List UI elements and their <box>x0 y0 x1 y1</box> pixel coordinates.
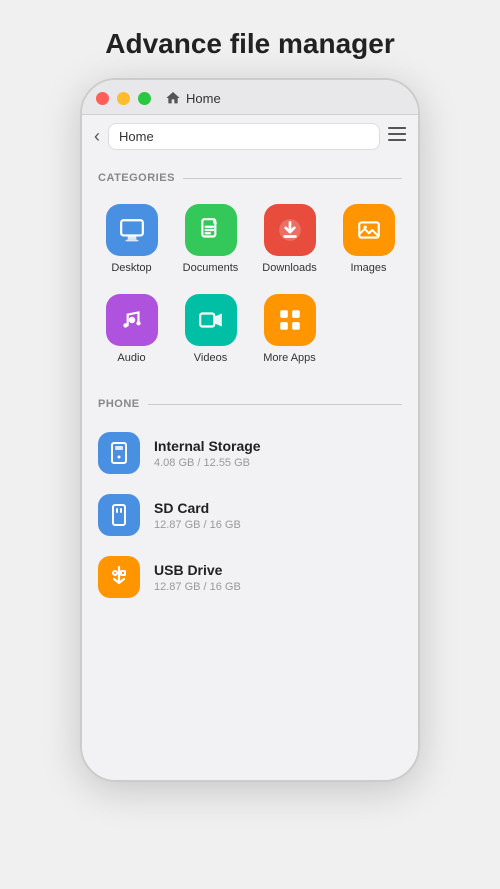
category-label-desktop: Desktop <box>111 262 151 274</box>
phone-list: Internal Storage 4.08 GB / 12.55 GB SD Car… <box>82 418 418 612</box>
phone-list-icon-sdcard <box>98 494 140 536</box>
phone-list-name-sdcard: SD Card <box>154 500 241 516</box>
traffic-light-red[interactable] <box>96 92 109 105</box>
phone-list-item-usb[interactable]: USB Drive 12.87 GB / 16 GB <box>82 546 418 608</box>
category-item-audio[interactable]: Audio <box>92 286 171 376</box>
category-icon-documents <box>185 204 237 256</box>
phone-list-sub-usb: 12.87 GB / 16 GB <box>154 581 241 593</box>
category-item-downloads[interactable]: Downloads <box>250 196 329 286</box>
page-title: Advance file manager <box>85 0 414 78</box>
window-title: Home <box>186 91 221 106</box>
phone-inner: Home ‹ CATEGORIES DesktopDocum <box>82 80 418 780</box>
category-icon-images <box>343 204 395 256</box>
phone-list-icon-usb <box>98 556 140 598</box>
content-area: CATEGORIES Desktop Documents Downloads Imag… <box>82 158 418 628</box>
category-item-desktop[interactable]: Desktop <box>92 196 171 286</box>
phone-list-name-usb: USB Drive <box>154 562 241 578</box>
address-bar: ‹ <box>82 115 418 158</box>
window-title-area: Home <box>165 90 221 106</box>
phone-list-icon-internal <box>98 432 140 474</box>
traffic-light-orange[interactable] <box>117 92 130 105</box>
category-label-moreapps: More Apps <box>263 352 316 364</box>
category-label-images: Images <box>350 262 386 274</box>
category-icon-audio <box>106 294 158 346</box>
window-chrome: Home <box>82 80 418 115</box>
category-item-images[interactable]: Images <box>329 196 408 286</box>
back-button[interactable]: ‹ <box>94 126 100 147</box>
address-input[interactable] <box>108 123 380 150</box>
phone-list-info-usb: USB Drive 12.87 GB / 16 GB <box>154 562 241 593</box>
category-label-videos: Videos <box>194 352 227 364</box>
category-icon-downloads <box>264 204 316 256</box>
home-icon <box>165 90 181 106</box>
phone-list-info-internal: Internal Storage 4.08 GB / 12.55 GB <box>154 438 261 469</box>
categories-section-header: CATEGORIES <box>82 158 418 192</box>
phone-list-sub-sdcard: 12.87 GB / 16 GB <box>154 519 241 531</box>
list-view-icon[interactable] <box>388 127 406 146</box>
category-icon-moreapps <box>264 294 316 346</box>
phone-list-sub-internal: 4.08 GB / 12.55 GB <box>154 457 261 469</box>
category-label-audio: Audio <box>117 352 145 364</box>
category-label-documents: Documents <box>183 262 239 274</box>
categories-grid: Desktop Documents Downloads Images Audio Vide… <box>82 192 418 384</box>
category-item-moreapps[interactable]: More Apps <box>250 286 329 376</box>
category-item-videos[interactable]: Videos <box>171 286 250 376</box>
phone-section-header: PHONE <box>82 384 418 418</box>
phone-frame: Home ‹ CATEGORIES DesktopDocum <box>80 78 420 782</box>
phone-list-item-sdcard[interactable]: SD Card 12.87 GB / 16 GB <box>82 484 418 546</box>
category-label-downloads: Downloads <box>262 262 316 274</box>
phone-list-name-internal: Internal Storage <box>154 438 261 454</box>
category-icon-desktop <box>106 204 158 256</box>
category-icon-videos <box>185 294 237 346</box>
phone-list-info-sdcard: SD Card 12.87 GB / 16 GB <box>154 500 241 531</box>
phone-list-item-internal[interactable]: Internal Storage 4.08 GB / 12.55 GB <box>82 422 418 484</box>
traffic-light-green[interactable] <box>138 92 151 105</box>
category-item-documents[interactable]: Documents <box>171 196 250 286</box>
